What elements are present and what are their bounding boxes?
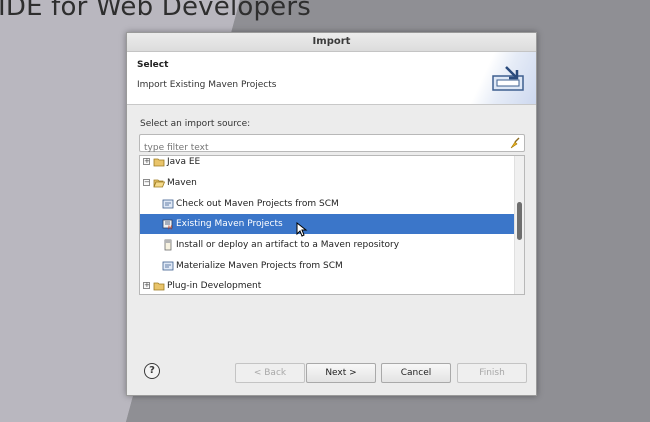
tree-item-label: Java EE xyxy=(167,157,201,167)
back-button[interactable]: < Back xyxy=(235,363,305,383)
clear-filter-icon[interactable] xyxy=(509,137,521,149)
background-window-title: IDE for Web Developers xyxy=(0,0,312,22)
artifact-jar-icon xyxy=(164,239,172,251)
scrollbar-thumb[interactable] xyxy=(517,202,522,240)
header-description: Import Existing Maven Projects xyxy=(137,80,277,90)
expand-icon[interactable]: + xyxy=(143,158,150,165)
tree-item-label: Install or deploy an artifact to a Maven… xyxy=(176,240,400,250)
tree-item-materialize-scm[interactable]: Materialize Maven Projects from SCM xyxy=(140,256,516,276)
import-dialog: Import Select Import Existing Maven Proj… xyxy=(126,32,537,396)
tree-item-plugin-development[interactable]: + Plug-in Development xyxy=(140,276,516,294)
folder-icon xyxy=(153,158,165,167)
import-wizard-icon xyxy=(492,66,524,91)
folder-open-icon xyxy=(153,179,165,188)
tree-item-maven[interactable]: − Maven xyxy=(140,173,516,193)
tree-item-label: Check out Maven Projects from SCM xyxy=(176,199,339,209)
expand-icon[interactable]: + xyxy=(143,282,150,289)
help-icon[interactable]: ? xyxy=(144,363,160,379)
mouse-cursor-icon xyxy=(296,222,308,237)
dialog-title[interactable]: Import xyxy=(127,33,536,52)
tree-item-existing-maven-projects[interactable]: M Existing Maven Projects xyxy=(140,214,516,234)
next-button[interactable]: Next > xyxy=(306,363,376,383)
filter-box xyxy=(139,134,525,156)
svg-text:M: M xyxy=(168,226,172,231)
scm-checkout-icon xyxy=(162,199,174,209)
tree-scrollbar[interactable] xyxy=(514,156,524,294)
tree-item-label: Plug-in Development xyxy=(167,281,262,291)
import-source-tree[interactable]: + Java EE − Maven Check out Maven Projec… xyxy=(139,155,525,295)
import-source-label: Select an import source: xyxy=(140,119,251,129)
tree-item-label: Existing Maven Projects xyxy=(176,219,283,229)
finish-button[interactable]: Finish xyxy=(457,363,527,383)
filter-input[interactable] xyxy=(140,140,504,156)
tree-item-java-ee[interactable]: + Java EE xyxy=(140,156,516,172)
wizard-header: Select Import Existing Maven Projects xyxy=(127,52,536,105)
cancel-button[interactable]: Cancel xyxy=(381,363,451,383)
header-title: Select xyxy=(137,60,169,70)
collapse-icon[interactable]: − xyxy=(143,179,150,186)
tree-item-label: Maven xyxy=(167,178,197,188)
scm-materialize-icon xyxy=(162,261,174,271)
folder-icon xyxy=(153,282,165,291)
tree-item-install-deploy-artifact[interactable]: Install or deploy an artifact to a Maven… xyxy=(140,235,516,255)
maven-project-icon: M xyxy=(162,219,173,231)
tree-item-checkout-scm[interactable]: Check out Maven Projects from SCM xyxy=(140,194,516,214)
tree-item-label: Materialize Maven Projects from SCM xyxy=(176,261,343,271)
